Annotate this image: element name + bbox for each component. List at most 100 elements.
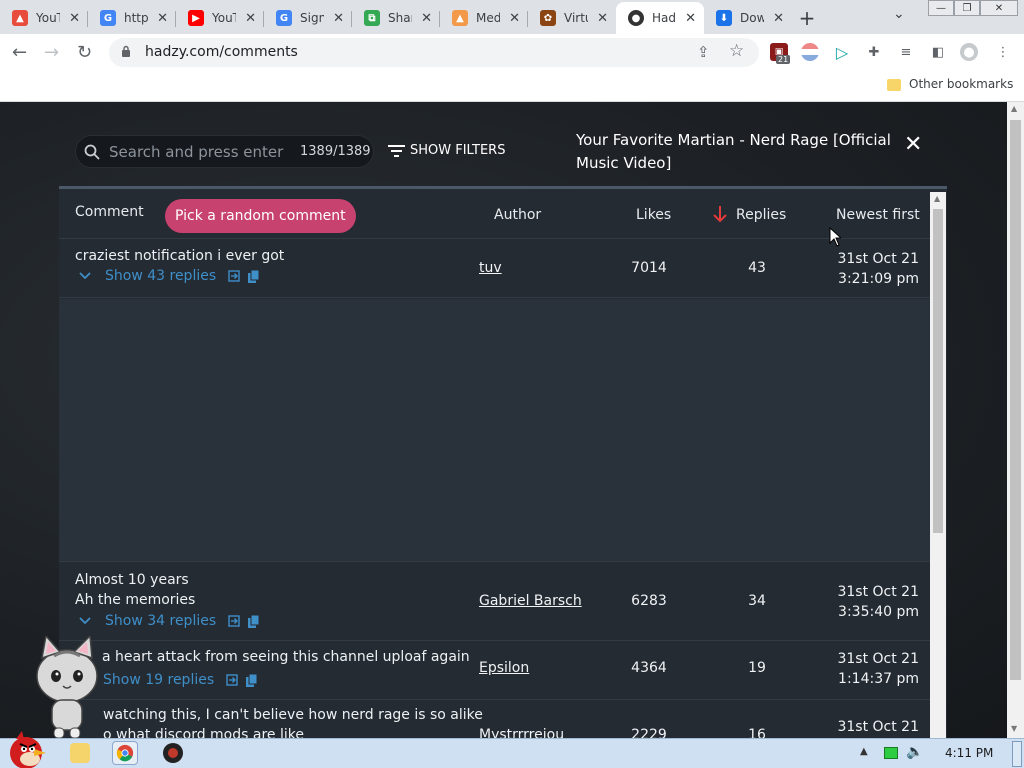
play-extension-icon[interactable]: ▷	[833, 43, 851, 62]
network-icon[interactable]	[884, 747, 898, 759]
menu-kebab-icon[interactable]: ⋮	[994, 43, 1012, 61]
browser-tab[interactable]: ✿Virtu✕	[528, 2, 616, 34]
angry-bird-start-icon[interactable]	[2, 731, 48, 768]
url-text[interactable]: hadzy.com/comments	[145, 44, 298, 60]
browser-tab[interactable]: ▶YouTube✕	[176, 2, 264, 34]
browser-tab[interactable]: ⬇Down✕	[704, 2, 792, 34]
video-title: Your Favorite Martian - Nerd Rage [Offic…	[576, 131, 891, 172]
likes-header[interactable]: Likes	[636, 207, 671, 223]
restore-button[interactable]: ❐	[954, 0, 980, 16]
file-explorer-icon[interactable]	[70, 743, 90, 763]
media-control-icon[interactable]: ≡	[897, 43, 915, 61]
page-scrollbar[interactable]: ▲ ▼	[1007, 102, 1024, 738]
filter-icon	[388, 144, 405, 157]
sort-newest-first[interactable]: Newest first	[836, 207, 920, 223]
tab-close-icon[interactable]: ✕	[69, 11, 80, 26]
sort-down-arrow-icon[interactable]	[713, 206, 727, 223]
browser-tab[interactable]: Ghttps✕	[88, 2, 176, 34]
show-filters-label: SHOW FILTERS	[410, 143, 506, 158]
show-desktop-button[interactable]	[1012, 741, 1022, 767]
replies-value: 19	[748, 660, 766, 676]
tab-favicon-icon: ▲	[12, 10, 28, 26]
author-link[interactable]: tuv	[479, 260, 502, 276]
browser-tab[interactable]: ▲Media✕	[440, 2, 528, 34]
pick-random-comment-button[interactable]: Pick a random comment	[165, 199, 356, 233]
copy-icon[interactable]	[248, 614, 260, 628]
open-external-icon[interactable]	[228, 270, 240, 282]
show-replies-label: Show 19 replies	[103, 672, 215, 688]
author-link[interactable]: Epsilon	[479, 660, 529, 676]
tab-close-icon[interactable]: ✕	[597, 11, 608, 26]
comment-date: 31st Oct 21 3:21:09 pm	[837, 251, 919, 287]
browser-tab[interactable]: G Sign ✕	[264, 2, 352, 34]
bookmarks-bar: Other bookmarks	[0, 71, 1024, 102]
author-header[interactable]: Author	[494, 207, 541, 223]
back-arrow-icon[interactable]: ←	[12, 42, 27, 63]
app-taskbar-icon[interactable]	[163, 743, 183, 763]
comment-header: Comment	[75, 204, 144, 220]
share-icon[interactable]: ⇪	[697, 43, 710, 61]
search-input[interactable]: Search and press enter	[109, 143, 283, 161]
flag-extension-icon[interactable]	[801, 43, 819, 61]
open-external-icon[interactable]	[226, 674, 238, 686]
likes-value: 6283	[631, 593, 667, 609]
puzzle-extensions-icon[interactable]: ✚	[865, 43, 883, 61]
tab-strip: ▲YouTube✕ Ghttps✕ ▶YouTube✕ GSign✕ ⧉Shar…	[0, 0, 1024, 34]
minimize-button[interactable]: —	[928, 0, 954, 16]
system-clock[interactable]: 4:11 PM	[945, 746, 993, 760]
show-replies-link[interactable]: Show 43 replies	[79, 268, 260, 284]
replies-header[interactable]: Replies	[736, 207, 786, 223]
likes-value: 2229	[631, 727, 667, 738]
chrome-taskbar-button[interactable]	[112, 741, 138, 765]
show-replies-link[interactable]: Show 19 replies	[103, 672, 258, 688]
replies-value: 16	[748, 727, 766, 738]
tab-search-icon[interactable]: ⌄	[893, 6, 905, 22]
page-content: Search and press enter 1389/1389 SHOW FI…	[0, 102, 1024, 738]
search-icon	[84, 144, 100, 160]
browser-toolbar: ← → ↻ hadzy.com/comments ⇪ ☆ ▣ 21 ▷ ✚ ≡ …	[0, 34, 1024, 71]
search-box[interactable]: Search and press enter 1389/1389	[75, 135, 374, 168]
author-link[interactable]: Gabriel Barsch	[479, 593, 582, 609]
forward-arrow-icon[interactable]: →	[44, 42, 59, 63]
close-icon[interactable]: ✕	[904, 132, 922, 157]
page-scrollbar-thumb[interactable]	[1010, 120, 1021, 680]
copy-icon[interactable]	[246, 673, 258, 687]
windows-taskbar: ▲ 🔈 4:11 PM	[0, 731, 1024, 768]
tab-close-icon[interactable]: ✕	[509, 11, 520, 26]
tab-close-icon[interactable]: ✕	[421, 11, 432, 26]
browser-tab[interactable]: ⧉Share✕	[352, 2, 440, 34]
table-scrollbar[interactable]: ▲	[930, 192, 946, 738]
extension-badge: 21	[776, 55, 791, 64]
copy-icon[interactable]	[248, 269, 260, 283]
author-link[interactable]: Mystrrrreiou	[479, 727, 564, 738]
tab-close-icon[interactable]: ✕	[157, 11, 168, 26]
new-tab-button[interactable]: +	[792, 2, 822, 34]
address-bar[interactable]: hadzy.com/comments ⇪ ☆	[109, 38, 759, 67]
profile-avatar-icon[interactable]: ●	[960, 43, 978, 61]
tab-close-icon[interactable]: ✕	[685, 11, 696, 26]
tray-expand-icon[interactable]: ▲	[860, 746, 868, 757]
open-external-icon[interactable]	[228, 615, 240, 627]
table-row: Almost 10 years Ah the memories Show 34 …	[59, 563, 930, 641]
other-bookmarks[interactable]: Other bookmarks	[909, 77, 1013, 91]
bookmark-star-icon[interactable]: ☆	[729, 41, 744, 61]
tab-favicon-icon: ▲	[452, 10, 468, 26]
side-panel-icon[interactable]: ◧	[929, 43, 947, 61]
tab-close-icon[interactable]: ✕	[245, 11, 256, 26]
table-scrollbar-thumb[interactable]	[933, 209, 943, 533]
tab-favicon-icon: ▶	[188, 10, 204, 26]
close-window-button[interactable]: ✕	[980, 0, 1018, 16]
browser-tab-active[interactable]: ●Hadzy✕	[616, 2, 704, 34]
mouse-cursor-icon	[829, 227, 841, 247]
volume-icon[interactable]: 🔈	[906, 744, 923, 760]
table-row: a heart attack from seeing this channel …	[59, 642, 930, 700]
browser-tab[interactable]: ▲YouTube✕	[0, 2, 88, 34]
table-row: craziest notification i ever got Show 43…	[59, 240, 930, 298]
tab-close-icon[interactable]: ✕	[333, 11, 344, 26]
show-replies-link[interactable]: Show 34 replies	[79, 613, 260, 629]
tab-close-icon[interactable]: ✕	[773, 11, 784, 26]
show-filters-button[interactable]: SHOW FILTERS	[388, 143, 505, 158]
reload-icon[interactable]: ↻	[77, 42, 92, 63]
chevron-down-icon	[79, 272, 91, 280]
replies-value: 34	[748, 593, 766, 609]
